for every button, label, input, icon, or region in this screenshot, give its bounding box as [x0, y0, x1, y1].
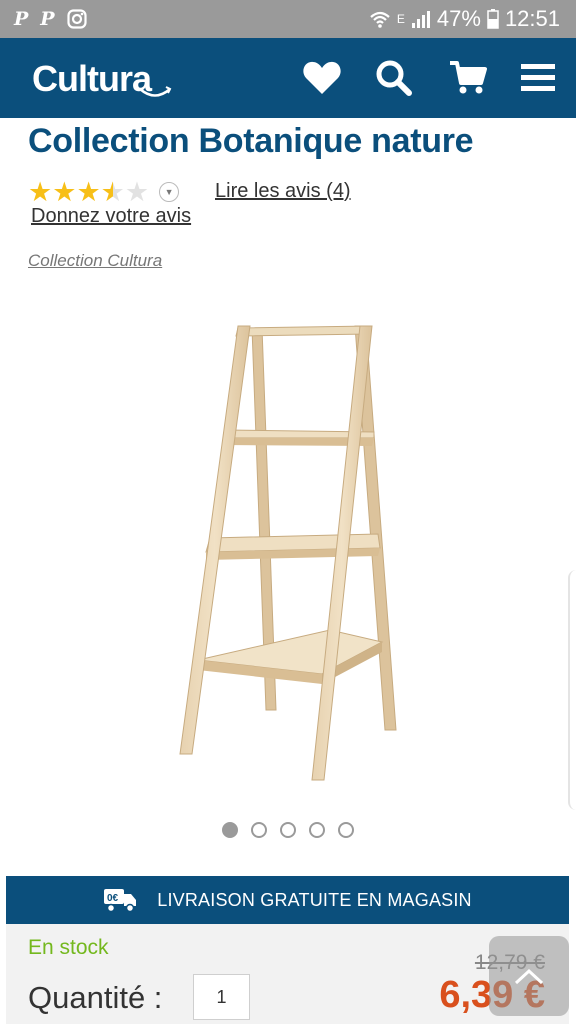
carousel-dot[interactable] — [251, 822, 267, 838]
buy-box: En stock Quantité : 12,79 € 6,39 € — [6, 924, 569, 1024]
heart-icon[interactable] — [302, 58, 342, 98]
delivery-label: LIVRAISON GRATUITE EN MAGASIN — [157, 889, 472, 910]
svg-text:0€: 0€ — [107, 893, 119, 904]
chevron-up-icon — [514, 968, 544, 985]
battery-icon — [487, 9, 499, 29]
cultura-logo[interactable]: Cultura — [32, 58, 152, 100]
chevron-down-icon[interactable]: ▼ — [159, 182, 180, 202]
instagram-icon — [66, 9, 87, 29]
scroll-edge — [568, 570, 576, 810]
product-title: Collection Botanique nature — [28, 122, 474, 160]
pinterest-icon: P — [40, 8, 55, 30]
logo-smile-mark — [139, 86, 172, 97]
carousel-dot[interactable] — [222, 822, 238, 838]
carousel-pagination — [0, 822, 576, 838]
stock-status: En stock — [28, 936, 109, 959]
quantity-label: Quantité : — [28, 980, 163, 1015]
search-icon[interactable] — [374, 58, 414, 98]
truck-icon: 0€ — [104, 889, 137, 913]
menu-icon[interactable] — [518, 58, 558, 98]
clock: 12:51 — [504, 6, 560, 31]
site-header: Cultura — [0, 38, 576, 118]
quantity-input[interactable] — [193, 974, 250, 1020]
carousel-dot[interactable] — [338, 822, 354, 838]
carousel-dot[interactable] — [280, 822, 296, 838]
delivery-banner: 0€ LIVRAISON GRATUITE EN MAGASIN — [6, 876, 569, 924]
star-icon: ★ — [124, 177, 150, 207]
status-bar: P P E 47% 12:51 — [0, 0, 576, 38]
rating-stars: ★ ★ ★ ★ ★ ▼ — [28, 177, 180, 207]
signal-icon — [411, 11, 430, 28]
scroll-to-top-button[interactable] — [489, 936, 569, 1016]
read-reviews-link[interactable]: Lire les avis (4) — [215, 180, 351, 203]
star-icon: ★ — [76, 177, 101, 207]
star-icon: ★ — [28, 177, 53, 207]
cart-icon[interactable] — [448, 58, 488, 98]
carousel-dot[interactable] — [309, 822, 325, 838]
wifi-icon — [370, 11, 390, 28]
pinterest-icon: P — [14, 8, 29, 30]
star-icon: ★ — [52, 177, 77, 207]
ladder-shelf-illustration — [179, 325, 397, 781]
star-icon: ★ — [100, 177, 125, 207]
network-type-label: E — [396, 12, 405, 26]
battery-percent: 47% — [436, 6, 481, 31]
collection-link[interactable]: Collection Cultura — [28, 251, 162, 271]
product-image[interactable] — [30, 290, 546, 810]
give-review-link[interactable]: Donnez votre avis — [31, 205, 191, 228]
